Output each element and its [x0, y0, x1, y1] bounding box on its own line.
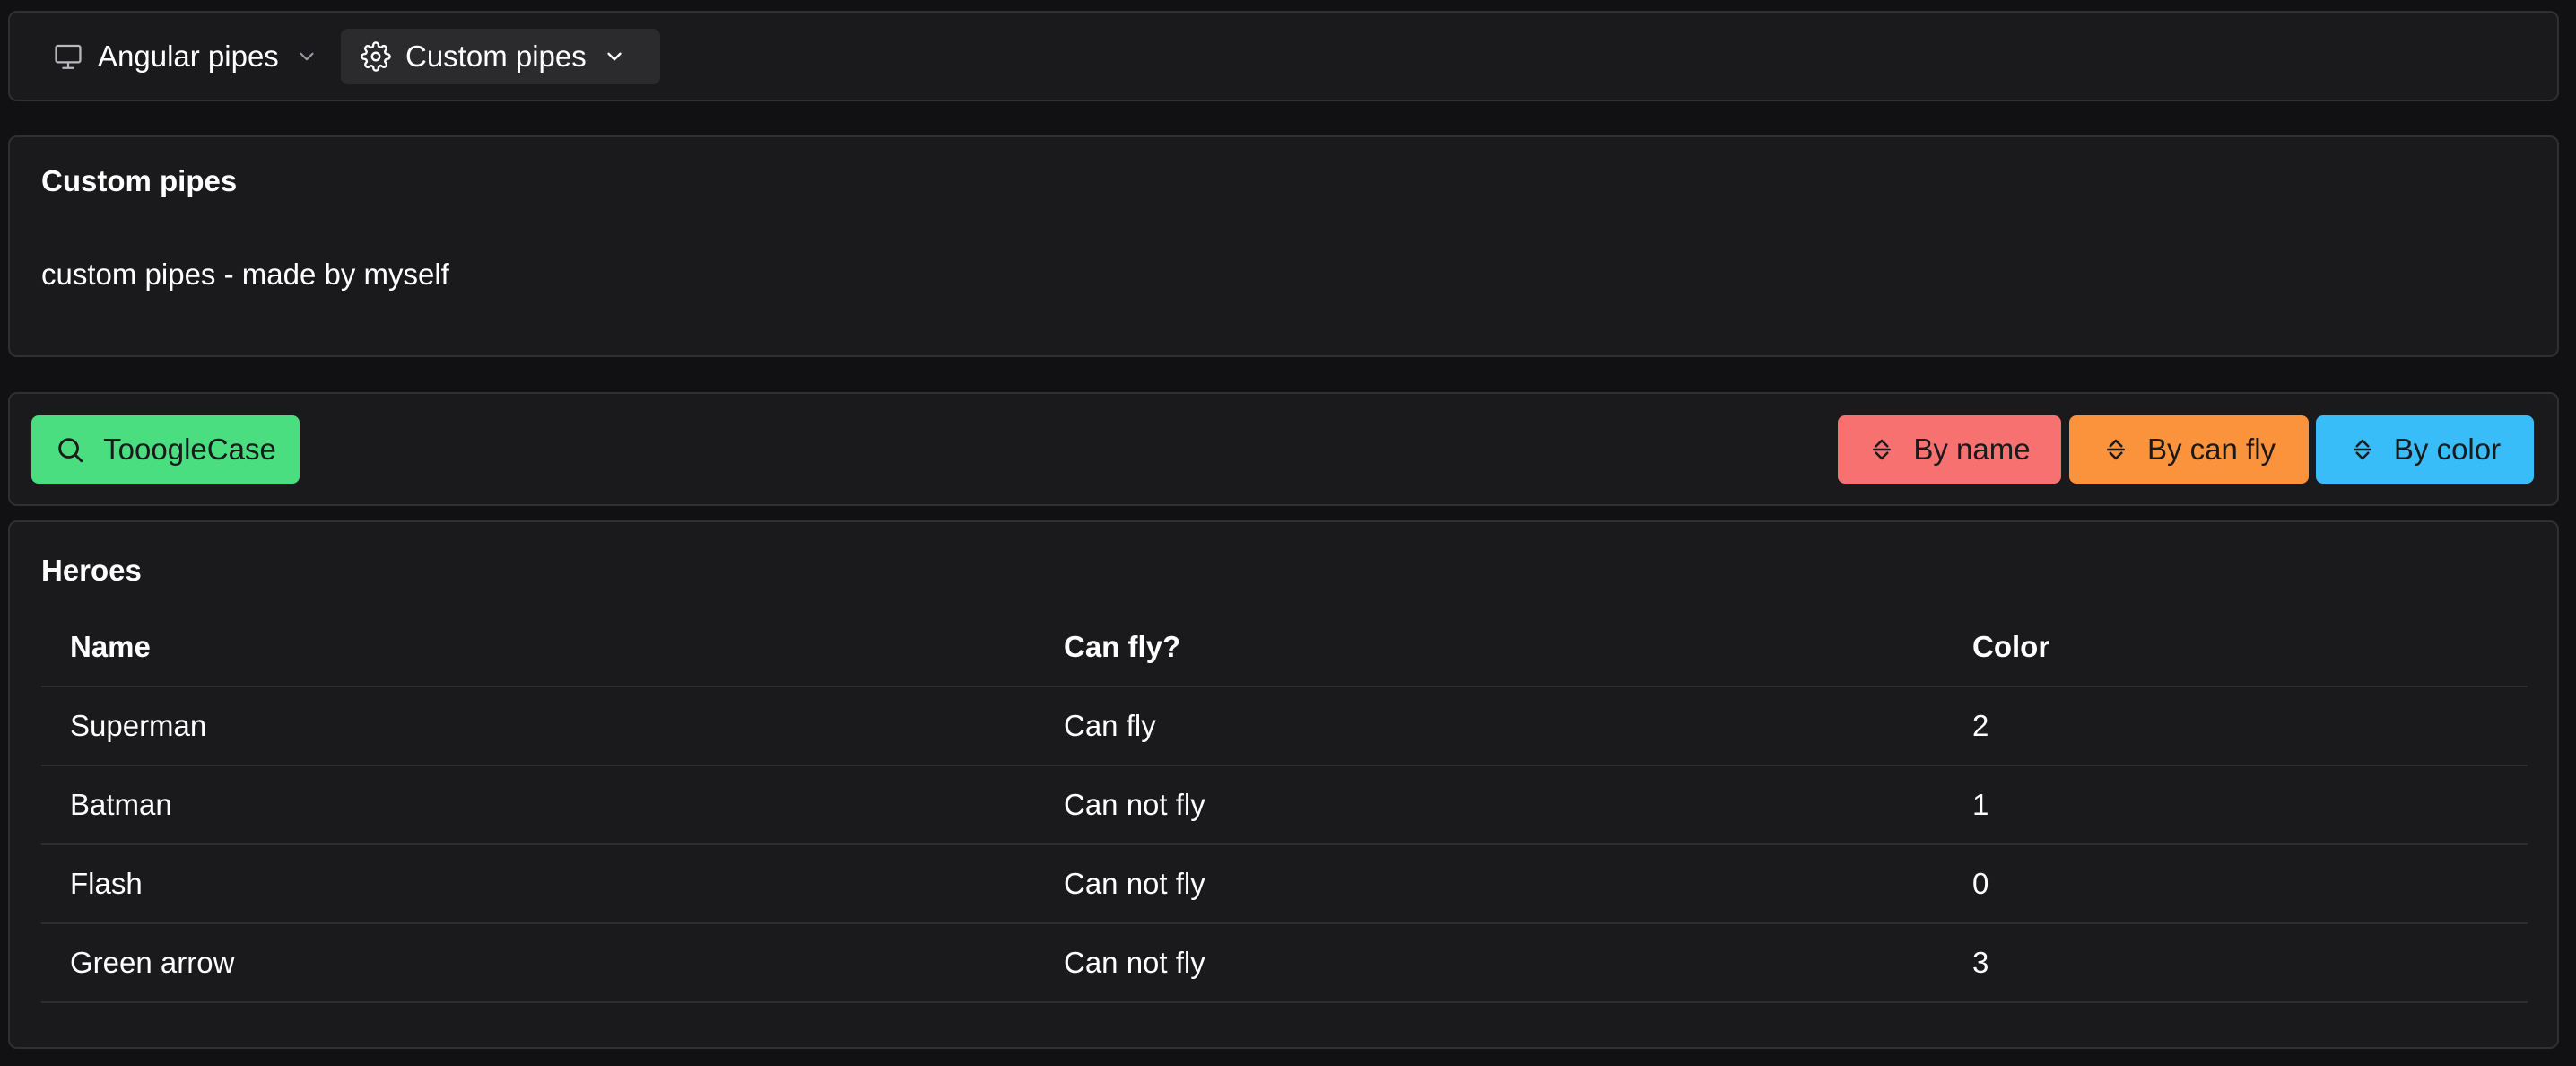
toggle-case-label: TooogleCase [103, 433, 276, 466]
sort-by-can-fly-button[interactable]: By can fly [2069, 415, 2309, 484]
table-row: Green arrow Can not fly 3 [41, 924, 2528, 1003]
top-nav: Angular pipes Custom pipes [8, 11, 2559, 101]
sort-by-can-fly-label: By can fly [2146, 433, 2276, 466]
hero-color-cell: 0 [1972, 867, 1989, 900]
sort-by-color-label: By color [2393, 433, 2502, 466]
gear-icon [361, 41, 391, 72]
hero-name-cell: Flash [70, 867, 143, 900]
hero-color-cell: 2 [1972, 709, 1989, 742]
hero-name-cell: Green arrow [70, 946, 235, 979]
hero-can-fly-cell: Can not fly [1064, 788, 1205, 821]
column-header-name: Name [70, 630, 151, 663]
hero-name-cell: Batman [70, 788, 172, 821]
chevron-down-icon [295, 45, 318, 68]
toggle-case-button[interactable]: TooogleCase [31, 415, 300, 484]
sort-by-color-button[interactable]: By color [2316, 415, 2534, 484]
chevron-down-icon [603, 45, 626, 68]
action-toolbar: TooogleCase By name By can fly By color [8, 392, 2559, 506]
nav-angular-pipes-dropdown[interactable]: Angular pipes [42, 29, 344, 84]
hero-can-fly-cell: Can not fly [1064, 946, 1205, 979]
nav-custom-pipes-dropdown[interactable]: Custom pipes [341, 29, 660, 84]
hero-color-cell: 3 [1972, 946, 1989, 979]
hero-color-cell: 1 [1972, 788, 1989, 821]
table-row: Batman Can not fly 1 [41, 766, 2528, 845]
hero-name-cell: Superman [70, 709, 207, 742]
description-card: Custom pipes custom pipes - made by myse… [8, 135, 2559, 357]
hero-can-fly-cell: Can fly [1064, 709, 1156, 742]
nav-item-label: Angular pipes [98, 39, 279, 73]
nav-item-label: Custom pipes [405, 39, 587, 73]
monitor-icon [53, 41, 83, 72]
table-row: Superman Can fly 2 [41, 687, 2528, 766]
hero-can-fly-cell: Can not fly [1064, 867, 1205, 900]
page-description: custom pipes - made by myself [41, 258, 449, 291]
page-title: Custom pipes [41, 164, 238, 197]
column-header-color: Color [1972, 630, 2050, 663]
sort-icon [1868, 436, 1895, 463]
sort-by-name-label: By name [1913, 433, 2031, 466]
heroes-table: Name Can fly? Color Superman Can fly 2 B… [41, 608, 2528, 1003]
heroes-title: Heroes [41, 554, 142, 587]
table-row: Flash Can not fly 0 [41, 845, 2528, 924]
table-header-row: Name Can fly? Color [41, 608, 2528, 687]
sort-icon [2102, 436, 2129, 463]
column-header-can-fly: Can fly? [1064, 630, 1181, 663]
search-icon [55, 434, 85, 465]
heroes-card: Heroes Name Can fly? Color Superman Can … [8, 520, 2559, 1049]
sort-icon [2349, 436, 2376, 463]
sort-by-name-button[interactable]: By name [1838, 415, 2061, 484]
